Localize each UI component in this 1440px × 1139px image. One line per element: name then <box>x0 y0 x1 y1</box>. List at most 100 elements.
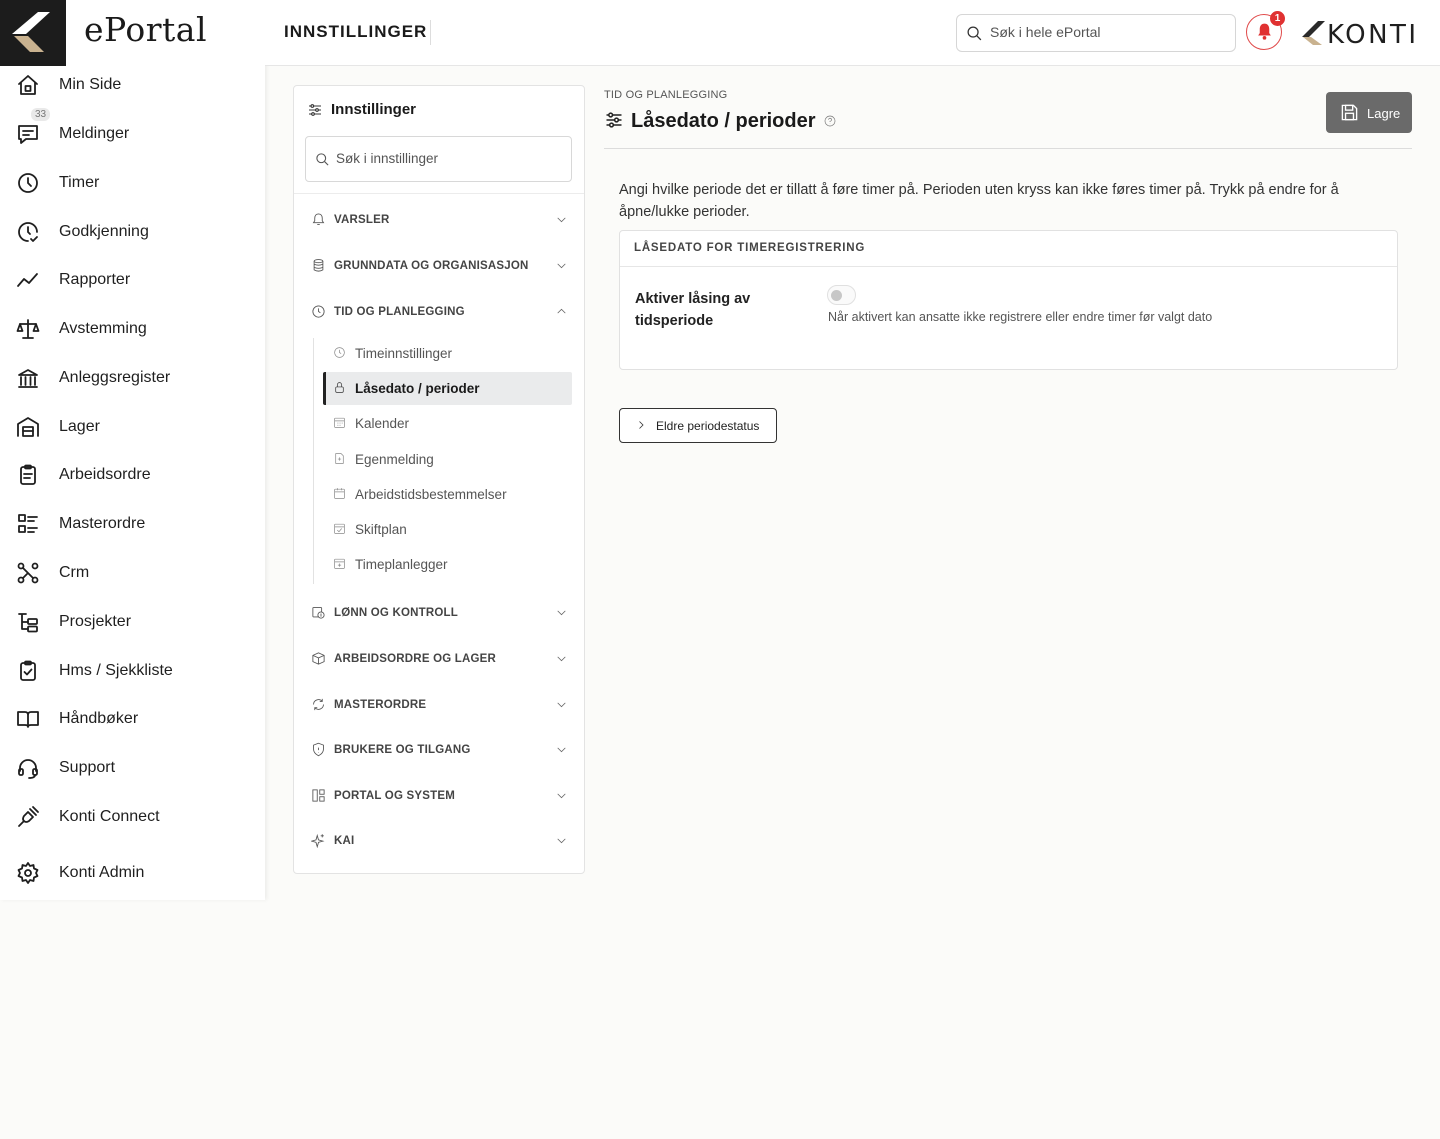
nav-label: Arbeidsordre <box>59 466 151 483</box>
subitem-egenmelding[interactable]: Egenmelding <box>323 443 572 476</box>
nav-item-konti-admin[interactable]: Konti Admin <box>0 853 265 893</box>
tree-icon <box>16 610 40 634</box>
subitem-timeplanlegger[interactable]: Timeplanlegger <box>323 548 572 581</box>
nav-label: Min Side <box>59 76 122 93</box>
plug-icon <box>16 805 40 829</box>
app-logo-text[interactable]: ePortal <box>84 10 207 49</box>
nav-item-meldinger[interactable]: 33 Meldinger <box>0 108 265 154</box>
section-lonn-og-kontroll[interactable]: LØNN OG KONTROLL <box>294 598 584 628</box>
nav-label: Prosjekter <box>59 613 132 630</box>
nav-item-prosjekter[interactable]: Prosjekter <box>0 602 265 642</box>
nav-label: Godkjenning <box>59 223 149 240</box>
nav-item-godkjenning[interactable]: Godkjenning <box>0 212 265 252</box>
message-icon <box>16 122 40 146</box>
nav-item-masterordre[interactable]: Masterordre <box>0 504 265 544</box>
section-label: ARBEIDSORDRE OG LAGER <box>334 653 497 665</box>
help-icon[interactable] <box>816 110 836 133</box>
page-title: INNSTILLINGER <box>284 22 428 41</box>
section-masterordre[interactable]: MASTERORDRE <box>294 690 584 720</box>
subtree-line <box>313 338 314 584</box>
nav-item-handboker[interactable]: Håndbøker <box>0 699 265 739</box>
nav-label: Support <box>59 759 116 776</box>
older-period-status-button[interactable]: Eldre periodestatus <box>619 408 777 443</box>
subitem-lasedato-perioder[interactable]: Låsedato / perioder <box>323 372 572 405</box>
message-count-badge: 33 <box>31 108 51 121</box>
save-icon <box>1341 104 1358 121</box>
settings-search[interactable] <box>305 136 572 182</box>
nav-item-crm[interactable]: Crm <box>0 553 265 593</box>
section-grunndata[interactable]: GRUNNDATA OG ORGANISASJON <box>294 251 584 281</box>
subitem-label: Egenmelding <box>355 452 434 467</box>
card-header-title: LÅSEDATO FOR TIMEREGISTRERING <box>634 242 866 254</box>
nav-item-lager[interactable]: Lager <box>0 407 265 447</box>
chevron-up-icon <box>555 305 568 318</box>
box-icon <box>311 651 326 666</box>
settings-search-input[interactable] <box>336 151 561 166</box>
chevron-down-icon <box>555 698 568 711</box>
nav-label: Konti Admin <box>59 864 145 881</box>
sparkle-icon <box>310 833 326 849</box>
divider <box>604 148 1412 149</box>
lock-icon <box>333 381 347 395</box>
section-portal-og-system[interactable]: PORTAL OG SYSTEM <box>294 781 584 811</box>
lock-date-card: LÅSEDATO FOR TIMEREGISTRERING Aktiver lå… <box>619 230 1398 370</box>
nav-item-konti-connect[interactable]: Konti Connect <box>0 797 265 837</box>
save-button[interactable]: Lagre <box>1326 92 1412 133</box>
nav-item-hms[interactable]: Hms / Sjekkliste <box>0 651 265 691</box>
subitem-label: Timeplanlegger <box>355 557 448 572</box>
nav-item-rapporter[interactable]: Rapporter <box>0 260 265 300</box>
document-plus-icon <box>333 452 347 466</box>
subitem-timeinnstillinger[interactable]: Timeinnstillinger <box>323 337 572 370</box>
content-title-text: Låsedato / perioder <box>631 110 816 132</box>
breadcrumb: TID OG PLANLEGGING <box>604 89 728 101</box>
chevron-down-icon <box>555 743 568 756</box>
sliders-icon <box>309 103 321 116</box>
konti-mark-icon <box>12 12 50 52</box>
nav-item-min-side[interactable]: Min Side <box>0 65 265 105</box>
sliders-icon <box>604 107 631 136</box>
refresh-icon <box>311 697 326 712</box>
nav-item-support[interactable]: Support <box>0 748 265 788</box>
section-varsler[interactable]: VARSLER <box>294 205 584 235</box>
nav-label: Hms / Sjekkliste <box>59 662 173 679</box>
nav-label: Håndbøker <box>59 710 139 727</box>
section-arbeidsordre-og-lager[interactable]: ARBEIDSORDRE OG LAGER <box>294 644 584 674</box>
subitem-arbeidstidsbestemmelser[interactable]: Arbeidstidsbestemmelser <box>323 478 572 511</box>
section-brukere-og-tilgang[interactable]: BRUKERE OG TILGANG <box>294 735 584 765</box>
section-label: BRUKERE OG TILGANG <box>334 744 471 756</box>
section-kai[interactable]: KAI <box>294 826 584 856</box>
scale-icon <box>16 317 40 341</box>
global-search-input[interactable] <box>990 24 1225 40</box>
trend-icon <box>16 268 40 292</box>
section-tid-og-planlegging[interactable]: TID OG PLANLEGGING <box>294 297 584 327</box>
settings-nav-header: Innstillinger <box>307 101 416 118</box>
sidebar: ePortal Min Side 33 Meldinger Timer Godk… <box>0 0 265 900</box>
bell-icon <box>1258 23 1271 40</box>
calendar-plus-icon <box>333 557 347 571</box>
shield-icon <box>311 742 326 757</box>
search-icon <box>316 153 329 166</box>
nav-label: Timer <box>59 174 100 191</box>
nav-item-arbeidsordre[interactable]: Arbeidsordre <box>0 455 265 495</box>
section-label: GRUNNDATA OG ORGANISASJON <box>334 260 529 272</box>
chevron-down-icon <box>555 213 568 226</box>
eportal-logo-mark[interactable] <box>0 0 66 66</box>
nav-item-anleggsregister[interactable]: Anleggsregister <box>0 358 265 398</box>
lock-period-toggle[interactable] <box>827 285 856 305</box>
subitem-skiftplan[interactable]: Skiftplan <box>323 513 572 546</box>
calendar-icon <box>333 487 347 501</box>
subitem-kalender[interactable]: Kalender <box>323 407 572 440</box>
global-search[interactable] <box>956 14 1236 52</box>
search-icon <box>967 26 982 41</box>
nav-label: Masterordre <box>59 515 146 532</box>
section-label: LØNN OG KONTROLL <box>334 607 458 619</box>
clock-icon <box>311 304 326 319</box>
save-button-label: Lagre <box>1367 106 1401 121</box>
subitem-label: Låsedato / perioder <box>355 381 480 396</box>
content-title: Låsedato / perioder <box>604 107 836 136</box>
lock-period-help-text: Når aktivert kan ansatte ikke registrere… <box>828 310 1213 324</box>
divider <box>430 20 431 45</box>
nav-item-timer[interactable]: Timer <box>0 163 265 203</box>
nav-item-avstemming[interactable]: Avstemming <box>0 309 265 349</box>
section-label: KAI <box>334 835 355 847</box>
